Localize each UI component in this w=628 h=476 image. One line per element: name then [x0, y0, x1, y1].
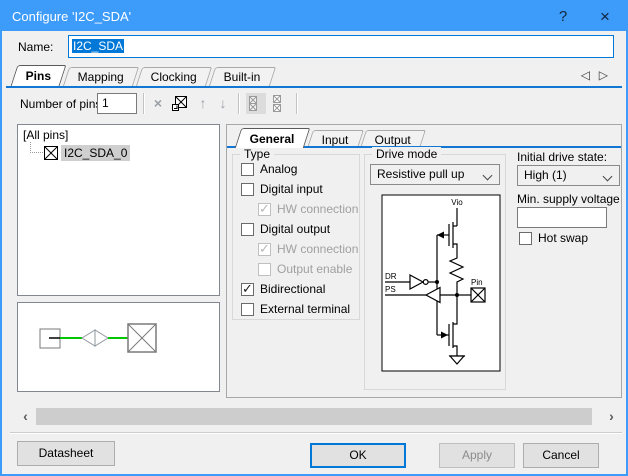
chevron-down-icon [603, 172, 613, 182]
scroll-right-icon: › [609, 408, 614, 424]
svg-text:Pin: Pin [471, 278, 483, 287]
tree-item-label: I2C_SDA_0 [61, 145, 130, 161]
delete-icon: × [154, 95, 162, 111]
checkbox-box [258, 203, 271, 216]
toolbar-separator [238, 93, 239, 114]
move-pin-up-button: ↑ [193, 93, 213, 114]
number-of-pins-label: Number of pins: [20, 97, 105, 111]
pin-tree-panel: [All pins] I2C_SDA_0 [17, 124, 220, 296]
drive-mode-schematic: Vio DR PS Pin [380, 192, 504, 374]
move-pin-down-button: ↓ [213, 93, 233, 114]
tab-scroll-left-icon[interactable]: ◁ [581, 68, 590, 82]
initial-drive-state-label: Initial drive state: [517, 150, 607, 164]
number-of-pins-input[interactable]: 1 [97, 93, 137, 114]
name-input[interactable]: I2C_SDA [68, 35, 614, 58]
tab-built-in[interactable]: Built-in [209, 67, 276, 86]
pin-preview-diagram [18, 303, 219, 391]
svg-text:PS: PS [385, 285, 396, 294]
min-supply-voltage-input[interactable] [517, 207, 607, 228]
horizontal-scrollbar: ‹ › [17, 408, 620, 425]
pin-preview-panel [17, 302, 220, 392]
checkbox-box [241, 303, 254, 316]
tab-scroll-right-icon[interactable]: ▷ [599, 68, 608, 82]
tab-general[interactable]: General [235, 128, 310, 148]
tab-pins[interactable]: Pins [11, 65, 67, 86]
configure-pin-dialog: Configure 'I2C_SDA' ? × Name: I2C_SDA Pi… [0, 0, 628, 476]
checkbox-box [258, 243, 271, 256]
scrollbar-thumb[interactable] [36, 408, 592, 425]
pin-icon [44, 146, 58, 160]
min-supply-voltage-label: Min. supply voltage [517, 192, 621, 206]
delete-pin-button: × [148, 93, 168, 114]
close-button[interactable]: × [586, 2, 624, 31]
checkbox-box [241, 283, 254, 296]
unpair-pins-button [270, 93, 290, 114]
name-label: Name: [18, 40, 53, 54]
scroll-left-button[interactable]: ‹ [17, 408, 34, 425]
pair-pins-icon [246, 95, 260, 112]
move-down-icon: ↓ [220, 95, 227, 111]
checkbox-box [519, 232, 532, 245]
help-icon: ? [559, 8, 567, 25]
cancel-button[interactable]: Cancel [523, 443, 599, 468]
toolbar-separator [296, 93, 297, 114]
window-title: Configure 'I2C_SDA' [12, 2, 131, 31]
help-button[interactable]: ? [544, 2, 582, 31]
checkbox-box [241, 163, 254, 176]
toolbar-separator [143, 93, 144, 114]
initial-drive-state-select[interactable]: High (1) [517, 165, 620, 186]
checkbox-box [241, 183, 254, 196]
tree-root-all-pins[interactable]: [All pins] [23, 128, 68, 142]
checkbox-box [241, 223, 254, 236]
apply-button: Apply [439, 443, 515, 468]
add-pin-button[interactable] [171, 93, 191, 114]
pair-pins-button [246, 93, 266, 114]
scroll-right-button[interactable]: › [603, 408, 620, 425]
tree-elbow [30, 142, 43, 153]
datasheet-button[interactable]: Datasheet [17, 441, 115, 466]
add-pin-icon [171, 95, 188, 112]
drive-mode-select[interactable]: Resistive pull up [370, 164, 500, 185]
scroll-left-icon: ‹ [23, 408, 28, 424]
name-input-selected-text: I2C_SDA [72, 39, 124, 53]
type-group-title: Type [240, 147, 274, 161]
main-tab-underline [6, 86, 622, 88]
ok-button[interactable]: OK [310, 443, 406, 468]
checkbox-box [258, 263, 271, 276]
tab-clocking[interactable]: Clocking [136, 67, 212, 86]
detail-tab-strip: General Input Output [238, 128, 426, 148]
footer-separator [10, 432, 622, 434]
type-group: Type Analog Digital input HW connection … [232, 154, 360, 320]
title-bar: Configure 'I2C_SDA' ? × [2, 2, 626, 31]
close-icon: × [600, 7, 610, 26]
drive-mode-title: Drive mode [372, 147, 441, 161]
svg-text:DR: DR [385, 272, 397, 281]
unpair-pins-icon [270, 95, 284, 112]
move-up-icon: ↑ [200, 95, 207, 111]
main-tab-strip: Pins Mapping Clocking Built-in [14, 65, 276, 86]
chevron-down-icon [483, 171, 493, 181]
tab-mapping[interactable]: Mapping [63, 67, 139, 86]
svg-text:Vio: Vio [451, 198, 463, 207]
